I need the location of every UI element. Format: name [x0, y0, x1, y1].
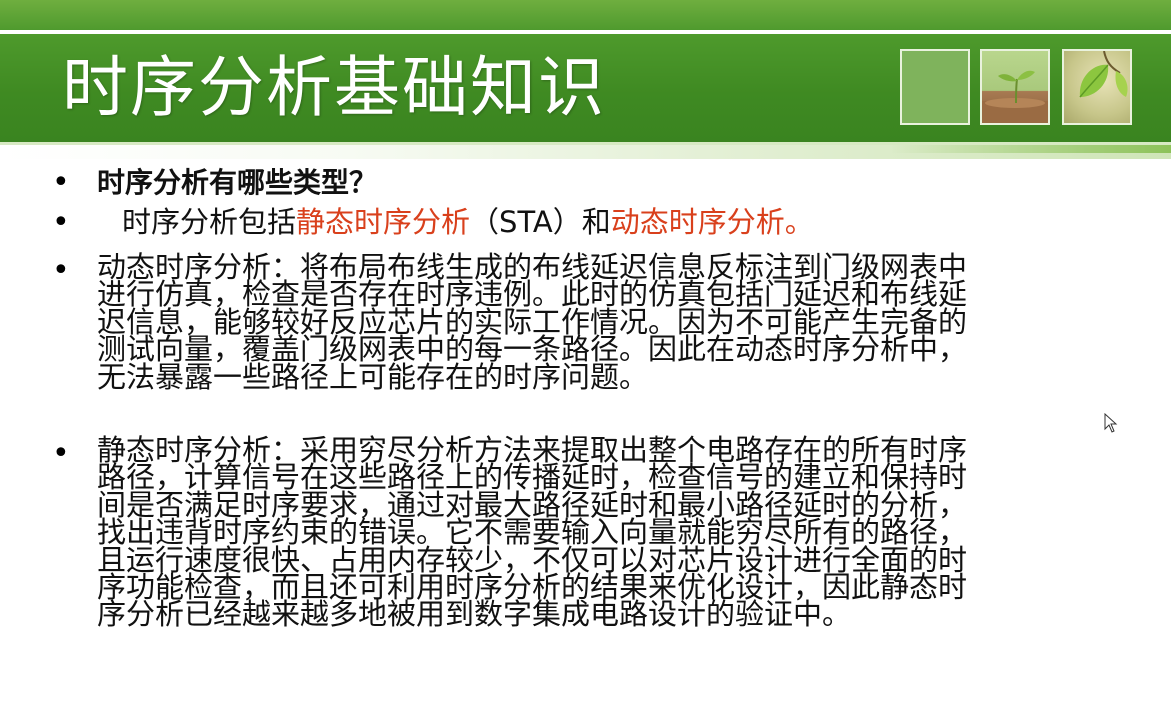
bullet-icon: • — [52, 436, 70, 471]
slide: 时序分析基础知识 • 时序分析有哪些类型？ • 时序分析包括静态时序分析（STA… — [0, 0, 1171, 711]
dynamic-timing-analysis-highlight: 动态时序分析 — [610, 205, 785, 239]
static-timing-analysis-highlight: 静态时序分析 — [296, 205, 471, 239]
sta-abbreviation: （STA）和 — [470, 205, 611, 239]
dynamic-analysis-paragraph: 动态时序分析：将布局布线生成的布线延迟信息反标注到门级网表中 进行仿真，检查是否… — [97, 252, 1097, 394]
bullet-icon: • — [52, 205, 70, 240]
bullet-icon: • — [52, 165, 70, 200]
paragraph-line: 序分析已经越来越多地被用到数字集成电路设计的验证中。 — [97, 597, 852, 632]
question-line: 时序分析有哪些类型？ — [97, 166, 378, 199]
slide-content: • 时序分析有哪些类型？ • 时序分析包括静态时序分析（STA）和动态时序分析。… — [0, 0, 1171, 711]
mouse-cursor-icon — [1104, 413, 1118, 433]
paragraph-line: 无法暴露一些路径上可能存在的时序问题。 — [97, 359, 649, 394]
types-prefix: 时序分析包括 — [122, 205, 297, 239]
types-suffix: 。 — [784, 205, 814, 239]
static-analysis-paragraph: 静态时序分析：采用穷尽分析方法来提取出整个电路存在的所有时序 路径，计算信号在这… — [97, 435, 1097, 632]
bullet-icon: • — [52, 253, 70, 288]
analysis-types-line: 时序分析包括静态时序分析（STA）和动态时序分析。 — [122, 205, 1122, 239]
